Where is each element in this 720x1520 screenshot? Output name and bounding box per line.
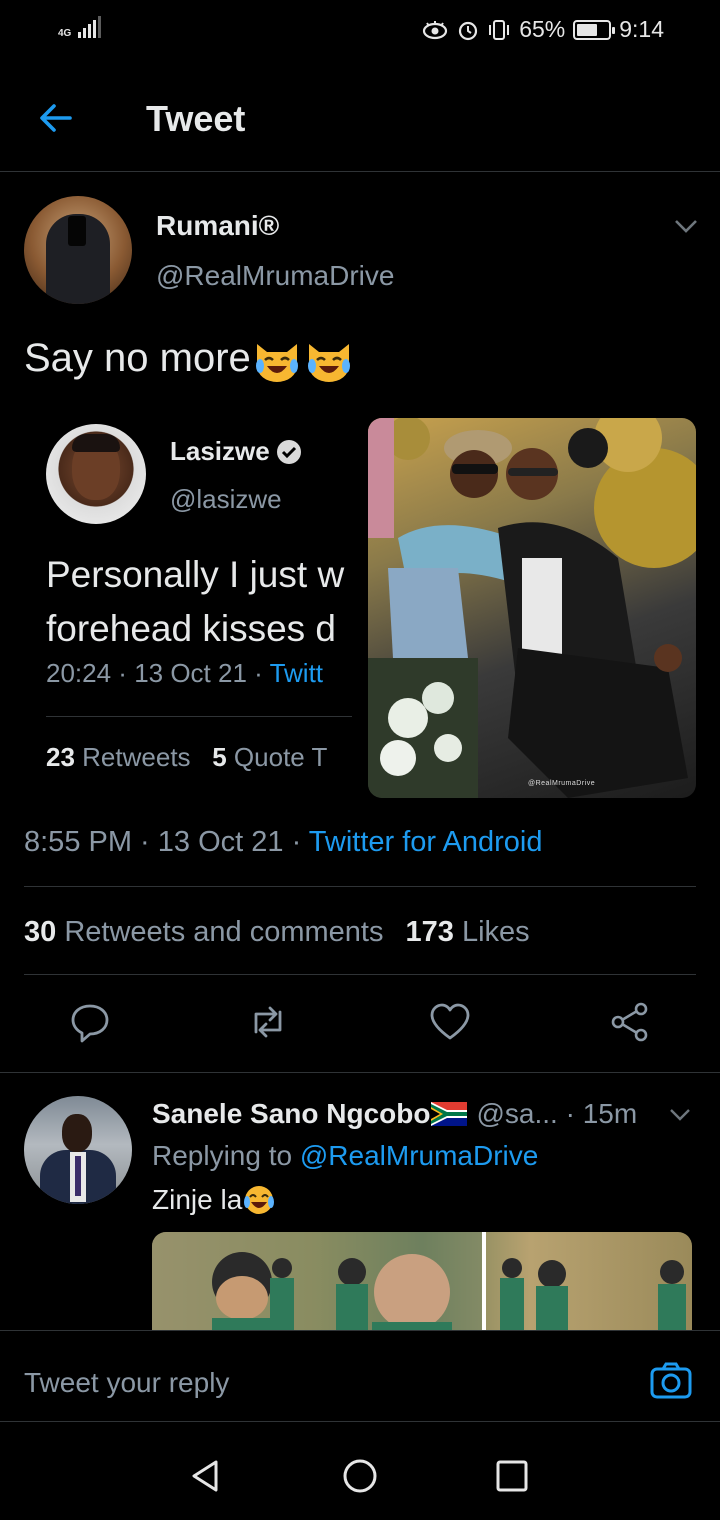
quoted-date: 13 Oct 21 <box>134 658 247 688</box>
page-title: Tweet <box>146 98 246 139</box>
alarm-icon <box>459 21 478 40</box>
author-avatar[interactable] <box>24 196 132 304</box>
back-arrow-icon[interactable] <box>34 96 78 140</box>
quoted-tweet-body[interactable]: Personally I just w forehead kisses d 20… <box>46 548 352 798</box>
reply-media-illustration <box>152 1232 686 1342</box>
nav-back-icon[interactable] <box>186 1456 226 1496</box>
south-africa-flag-icon <box>430 1102 467 1126</box>
reply-author-handle[interactable]: @sa... <box>477 1098 558 1129</box>
top-app-bar: Tweet <box>0 62 720 172</box>
chevron-down-icon[interactable] <box>672 216 700 236</box>
quoted-quotes-count: 5 <box>212 742 227 772</box>
reply-text-body: Zinje la <box>152 1184 243 1215</box>
tweet-actions <box>0 1000 720 1050</box>
quoted-retweets-label[interactable]: Retweets <box>82 742 190 772</box>
signal-bars-icon <box>78 16 101 38</box>
chevron-down-icon[interactable] <box>668 1106 692 1124</box>
quoted-source[interactable]: Twitt <box>270 658 323 688</box>
author-handle[interactable]: @RealMrumaDrive <box>156 260 394 292</box>
quoted-author-handle[interactable]: @lasizwe <box>170 484 282 515</box>
clock: 9:14 <box>619 16 664 42</box>
tweet-text: Say no more <box>24 336 355 384</box>
vibrate-icon <box>489 19 510 40</box>
retweets-label[interactable]: Retweets and comments <box>64 916 383 948</box>
replying-prefix: Replying to <box>152 1140 293 1171</box>
nav-home-icon[interactable] <box>340 1456 380 1496</box>
quoted-tweet-meta: 20:24 · 13 Oct 21 · Twitt <box>46 658 324 688</box>
divider <box>24 974 696 975</box>
tweet-date: 13 Oct 21 <box>157 826 284 858</box>
tweet-timestamp: 8:55 PM · 13 Oct 21 · Twitter for Androi… <box>24 826 543 858</box>
quoted-quotes-label[interactable]: Quote T <box>234 742 327 772</box>
tweet-time: 8:55 PM <box>24 826 132 858</box>
photo-illustration <box>368 418 696 798</box>
quoted-author-avatar[interactable] <box>46 424 146 524</box>
replying-to: Replying to @RealMrumaDrive <box>152 1140 538 1172</box>
eye-comfort-icon <box>423 20 448 39</box>
joy-cat-emoji-icon <box>307 344 350 383</box>
quoted-text-line: Personally I just w <box>46 554 345 595</box>
tweet-stats: 30 Retweets and comments 173 Likes <box>24 916 530 949</box>
reply-text: Zinje la <box>152 1184 276 1216</box>
system-navigation-bar <box>0 1424 720 1520</box>
retweet-icon[interactable] <box>246 1000 290 1044</box>
quoted-author-name-text: Lasizwe <box>170 436 270 466</box>
photo-watermark: @RealMrumaDrive <box>528 780 596 787</box>
quoted-tweet-stats: 23 Retweets 5 Quote T <box>46 742 327 773</box>
quoted-retweets-count: 23 <box>46 742 75 772</box>
reply-header: Sanele Sano Ngcobo @sa... · 15m <box>152 1098 637 1130</box>
reply-media[interactable] <box>152 1232 692 1342</box>
network-type: 4G <box>58 28 72 39</box>
divider <box>46 716 352 717</box>
likes-label[interactable]: Likes <box>462 916 530 948</box>
reply-time: · 15m <box>565 1098 638 1129</box>
battery-percent: 65% <box>519 16 566 42</box>
divider <box>24 886 696 887</box>
likes-count: 173 <box>405 916 454 948</box>
battery-icon <box>573 19 616 40</box>
quoted-text-line: forehead kisses d <box>46 608 337 649</box>
quoted-author-name[interactable]: Lasizwe <box>170 436 302 467</box>
reply-input[interactable]: Tweet your reply <box>24 1367 229 1399</box>
signal-indicator: 4G <box>58 16 101 39</box>
quoted-time: 20:24 <box>46 658 112 688</box>
reply-author-name[interactable]: Sanele Sano Ngcobo <box>152 1098 431 1129</box>
share-icon[interactable] <box>608 1000 652 1044</box>
tweet-photo[interactable]: @RealMrumaDrive <box>368 418 696 798</box>
reply-icon[interactable] <box>68 1000 112 1044</box>
camera-icon[interactable] <box>648 1359 694 1403</box>
author-name[interactable]: Rumani® <box>156 210 279 242</box>
like-heart-icon[interactable] <box>428 1000 472 1044</box>
status-bar: 4G 65% 9:14 <box>0 0 720 62</box>
divider <box>0 1072 720 1073</box>
tweet-source[interactable]: Twitter for Android <box>309 826 543 858</box>
reply-composer: Tweet your reply <box>0 1330 720 1422</box>
tweet-text-body: Say no more <box>24 336 251 380</box>
tears-of-joy-emoji-icon <box>244 1186 275 1214</box>
replying-mention[interactable]: @RealMrumaDrive <box>300 1140 538 1171</box>
retweets-count: 30 <box>24 916 57 948</box>
verified-badge-icon <box>276 439 301 464</box>
joy-cat-emoji-icon <box>255 344 298 383</box>
nav-recents-icon[interactable] <box>492 1456 532 1496</box>
reply-author-avatar[interactable] <box>24 1096 132 1204</box>
